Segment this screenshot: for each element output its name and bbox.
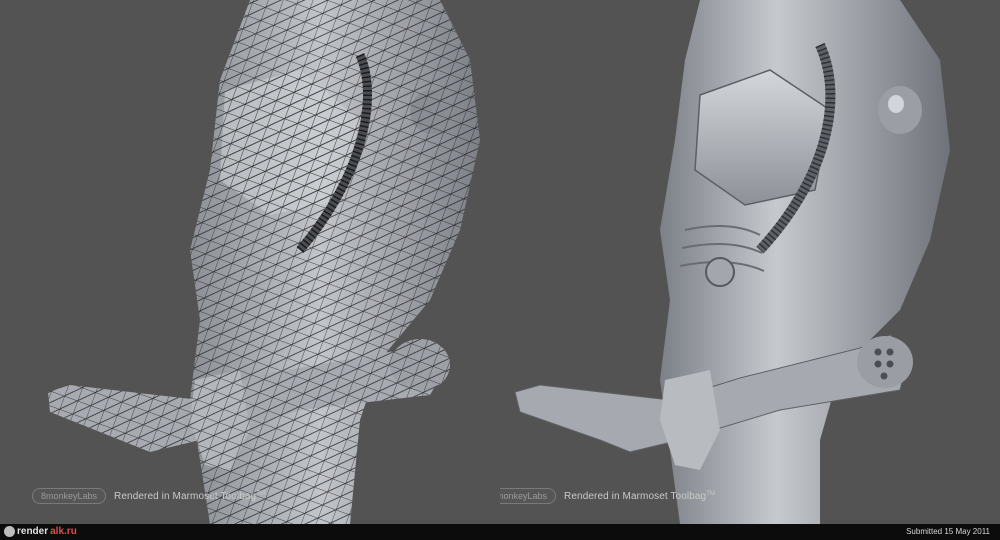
shaded-model xyxy=(514,0,950,524)
8monkeylabs-logo: 8monkeyLabs xyxy=(32,488,107,504)
submitted-date: Submitted 15 May 2011 xyxy=(906,527,990,536)
render-comparison-image: 8monkeyLabs Rendered in Marmoset Toolbag… xyxy=(0,0,1000,540)
site-globe-icon xyxy=(4,526,15,537)
footer-bar: render alk.ru Submitted 15 May 2011 xyxy=(0,524,1000,540)
8monkeylabs-logo: 8monkeyLabs xyxy=(500,488,557,504)
wireframe-render-panel: 8monkeyLabs Rendered in Marmoset Toolbag… xyxy=(0,0,500,524)
marmoset-watermark-left: 8monkeyLabs Rendered in Marmoset Toolbag… xyxy=(32,488,265,504)
wireframe-model xyxy=(48,0,480,524)
site-logo: render alk.ru xyxy=(4,526,77,537)
marmoset-watermark-right: 8monkeyLabs Rendered in Marmoset Toolbag… xyxy=(500,488,715,504)
shaded-render-panel: 8monkeyLabs Rendered in Marmoset Toolbag… xyxy=(500,0,1000,524)
rendered-caption: Rendered in Marmoset ToolbagTM xyxy=(114,490,266,502)
rendered-caption: Rendered in Marmoset ToolbagTM xyxy=(564,490,716,502)
